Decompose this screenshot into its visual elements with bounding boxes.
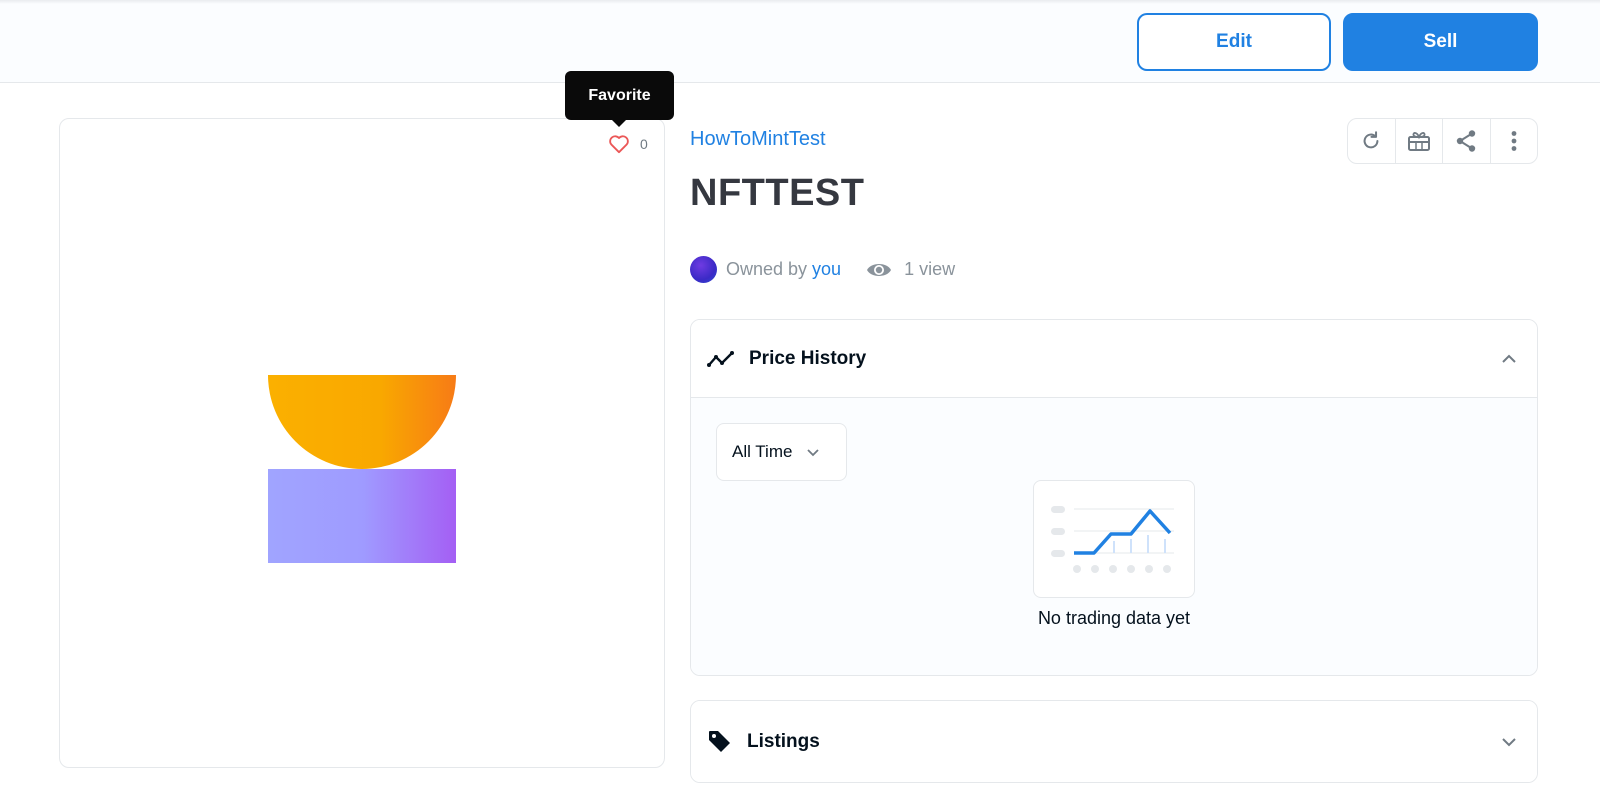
chevron-down-icon[interactable] [1501,737,1517,747]
favorite-count: 0 [640,136,648,152]
share-button[interactable] [1443,119,1491,163]
owner-link[interactable]: you [812,259,841,280]
owned-by-label: Owned by [726,259,808,279]
price-history-header[interactable]: Price History [691,320,1537,398]
edit-button[interactable]: Edit [1137,13,1331,71]
price-history-body: All Time No trading data yet [691,398,1537,675]
nft-artwork[interactable] [268,375,456,563]
eye-icon [867,263,892,276]
line-chart-icon [707,350,734,367]
gift-icon [1407,132,1430,151]
time-range-select[interactable]: All Time [716,423,847,481]
empty-state-text: No trading data yet [1037,608,1191,628]
price-history-title: Price History [749,347,867,369]
empty-chart-illustration [1033,480,1195,598]
sell-button[interactable]: Sell [1343,13,1538,71]
heart-icon[interactable] [608,134,630,154]
item-title: NFTTEST [690,172,865,214]
refresh-button[interactable] [1348,119,1396,163]
listings-panel: Listings [690,700,1538,783]
time-range-value: All Time [732,442,793,461]
listings-title: Listings [747,730,820,752]
chevron-up-icon[interactable] [1501,354,1517,364]
share-icon [1457,130,1476,152]
chevron-down-icon [807,448,820,456]
more-options-button[interactable] [1491,119,1538,163]
more-icon [1511,131,1517,151]
collection-link[interactable]: HowToMintTest [690,128,826,151]
view-count: 1 view [866,259,955,280]
price-history-panel: Price History All Time No trading data y… [690,319,1538,676]
refresh-icon [1363,131,1379,149]
view-count-label: 1 view [904,259,956,279]
favorite-control[interactable]: 0 [608,134,648,154]
topbar-shadow [0,0,1600,4]
transfer-button[interactable] [1396,119,1443,163]
item-action-group [1347,118,1538,164]
listings-header[interactable]: Listings [691,701,1537,782]
favorite-tooltip: Favorite [565,71,674,127]
tag-icon [709,730,730,752]
top-action-bar: Edit Sell [0,0,1600,83]
owner-row: Owned by you 1 view [690,256,955,283]
owner-avatar[interactable] [690,256,717,283]
